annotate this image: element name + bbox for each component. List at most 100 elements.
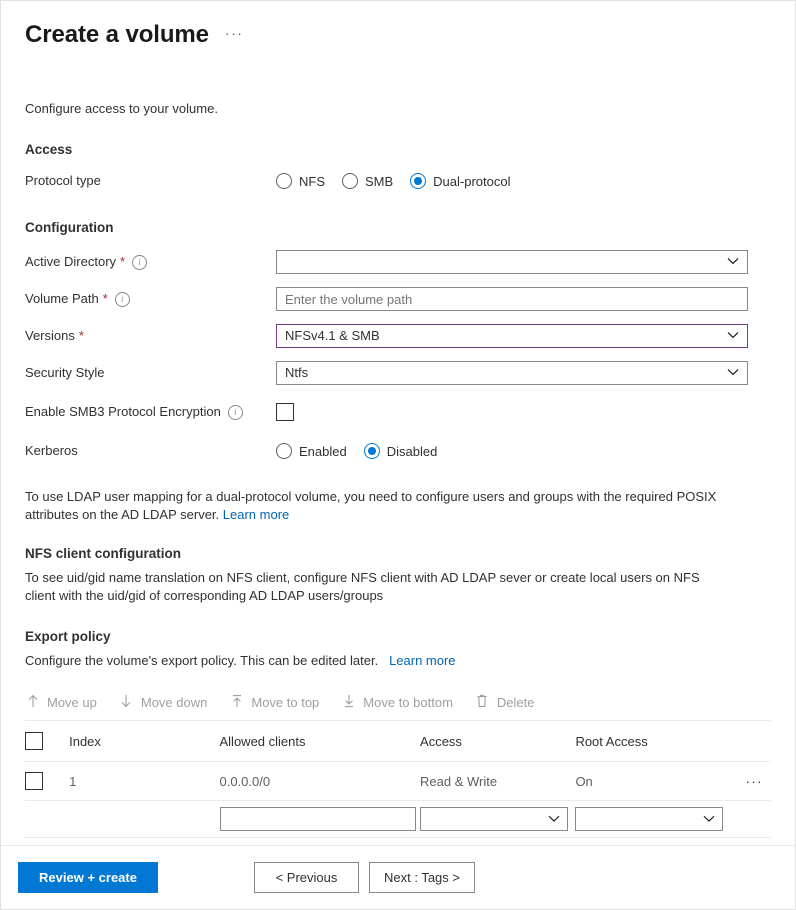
- active-directory-label: Active Directory * i: [25, 253, 276, 271]
- required-asterisk: *: [102, 291, 108, 306]
- volume-path-input[interactable]: [276, 287, 748, 311]
- radio-label: SMB: [365, 173, 394, 189]
- radio-protocol-nfs[interactable]: NFS: [276, 173, 325, 189]
- volume-path-label: Volume Path * i: [25, 290, 276, 308]
- export-policy-table: Index Allowed clients Access Root Access…: [25, 721, 771, 838]
- radio-kerberos-enabled[interactable]: Enabled: [276, 443, 347, 459]
- radio-circle-icon: [276, 173, 292, 189]
- info-icon[interactable]: i: [227, 404, 243, 420]
- editor-access-cell: [420, 800, 576, 838]
- create-volume-blade: Create a volume ··· Configure access to …: [0, 0, 796, 910]
- select-all-header: [25, 721, 70, 762]
- access-heading: Access: [25, 142, 73, 157]
- radio-label: NFS: [299, 173, 325, 189]
- table-header: Index Allowed clients Access Root Access: [25, 721, 771, 762]
- page-title: Create a volume: [25, 21, 209, 48]
- new-access-select[interactable]: [420, 807, 569, 831]
- table-editor-row: [25, 800, 771, 838]
- new-root-access-select[interactable]: [575, 807, 724, 831]
- blade-more-menu-icon[interactable]: ···: [225, 25, 244, 41]
- review-create-button[interactable]: Review + create: [18, 862, 158, 893]
- delete-button[interactable]: Delete: [475, 694, 534, 710]
- export-policy-learn-more-link[interactable]: Learn more: [389, 653, 455, 668]
- export-policy-heading: Export policy: [25, 629, 111, 644]
- row-context-menu-icon[interactable]: ···: [746, 774, 772, 789]
- row-checkbox[interactable]: [25, 772, 43, 790]
- new-allowed-clients-input[interactable]: [219, 807, 416, 831]
- ldap-note: To use LDAP user mapping for a dual-prot…: [25, 488, 725, 524]
- kerberos-row: Kerberos Enabled Disabled: [25, 440, 771, 462]
- radio-circle-filled-icon: [410, 173, 427, 189]
- ldap-learn-more-link[interactable]: Learn more: [223, 507, 289, 522]
- versions-label: Versions *: [25, 327, 276, 345]
- previous-button[interactable]: < Previous: [254, 862, 359, 893]
- active-directory-row: Active Directory * i: [25, 250, 771, 274]
- next-tags-button[interactable]: Next : Tags >: [369, 862, 475, 893]
- smb3-encryption-row: Enable SMB3 Protocol Encryption i: [25, 401, 771, 423]
- column-header-access: Access: [420, 721, 576, 762]
- active-directory-select[interactable]: [276, 250, 748, 274]
- nfs-client-heading: NFS client configuration: [25, 546, 182, 561]
- column-header-index: Index: [69, 721, 220, 762]
- cell-root-access: On: [575, 761, 731, 801]
- editor-root-access-cell: [575, 800, 731, 838]
- radio-kerberos-disabled[interactable]: Disabled: [363, 443, 437, 459]
- info-icon[interactable]: i: [114, 291, 130, 307]
- protocol-type-row: Protocol type NFS SMB Dual-protocol: [25, 170, 771, 192]
- configuration-heading: Configuration: [25, 220, 114, 235]
- editor-actions-cell: [730, 800, 771, 838]
- editor-allowed-clients-cell: [219, 800, 421, 838]
- move-to-top-button[interactable]: Move to top: [229, 694, 319, 710]
- arrow-to-top-icon: [229, 694, 244, 710]
- arrow-up-icon: [25, 694, 40, 710]
- editor-spacer-cell: [25, 800, 70, 838]
- ldap-note-text: To use LDAP user mapping for a dual-prot…: [25, 489, 717, 522]
- kerberos-label: Kerberos: [25, 442, 276, 460]
- radio-label: Enabled: [299, 443, 347, 459]
- cell-index: 1: [69, 761, 220, 801]
- move-to-top-label: Move to top: [251, 694, 320, 710]
- security-style-label-text: Security Style: [25, 365, 105, 380]
- versions-select[interactable]: NFSv4.1 & SMB: [276, 324, 748, 348]
- radio-protocol-dual[interactable]: Dual-protocol: [410, 173, 511, 189]
- security-style-row: Security Style Ntfs: [25, 361, 771, 385]
- blade-header: Create a volume ···: [1, 1, 795, 50]
- volume-path-row: Volume Path * i: [25, 287, 771, 311]
- protocol-type-radio-group[interactable]: NFS SMB Dual-protocol: [276, 173, 511, 189]
- cell-allowed-clients: 0.0.0.0/0: [219, 761, 421, 801]
- export-policy-command-bar: Move up Move down Move to top Move to bo…: [25, 692, 771, 721]
- move-up-button[interactable]: Move up: [25, 694, 97, 710]
- radio-protocol-smb[interactable]: SMB: [342, 173, 393, 189]
- row-select-cell: [25, 761, 70, 801]
- security-style-select[interactable]: Ntfs: [276, 361, 748, 385]
- editor-index-cell: [69, 800, 220, 838]
- column-header-root-access: Root Access: [575, 721, 731, 762]
- kerberos-label-text: Kerberos: [25, 443, 78, 458]
- smb3-encryption-checkbox[interactable]: [276, 403, 294, 421]
- move-down-button[interactable]: Move down: [119, 694, 207, 710]
- move-down-label: Move down: [140, 694, 208, 710]
- radio-circle-filled-icon: [363, 443, 380, 459]
- security-style-label: Security Style: [25, 364, 276, 382]
- column-header-allowed-clients: Allowed clients: [219, 721, 421, 762]
- protocol-type-label-text: Protocol type: [25, 173, 101, 188]
- kerberos-radio-group[interactable]: Enabled Disabled: [276, 443, 437, 459]
- security-style-select-wrap: Ntfs: [276, 361, 748, 385]
- cell-access: Read & Write: [420, 761, 576, 801]
- active-directory-label-text: Active Directory: [25, 254, 117, 269]
- blade-content: Configure access to your volume. Access …: [1, 100, 795, 838]
- arrow-to-bottom-icon: [341, 694, 356, 710]
- intro-text: Configure access to your volume.: [25, 101, 218, 116]
- new-root-access-select-wrap: [575, 807, 724, 831]
- volume-path-label-text: Volume Path: [25, 291, 99, 306]
- move-to-bottom-button[interactable]: Move to bottom: [341, 694, 453, 710]
- radio-circle-icon: [276, 443, 292, 459]
- smb3-encryption-label: Enable SMB3 Protocol Encryption i: [25, 403, 276, 421]
- smb3-encryption-label-text: Enable SMB3 Protocol Encryption: [25, 404, 221, 419]
- table-row[interactable]: 1 0.0.0.0/0 Read & Write On ···: [25, 761, 772, 801]
- new-access-select-wrap: [420, 807, 569, 831]
- protocol-type-label: Protocol type: [25, 172, 276, 190]
- info-icon[interactable]: i: [132, 254, 148, 270]
- blade-footer: Review + create < Previous Next : Tags >: [1, 845, 795, 909]
- select-all-checkbox[interactable]: [25, 732, 43, 750]
